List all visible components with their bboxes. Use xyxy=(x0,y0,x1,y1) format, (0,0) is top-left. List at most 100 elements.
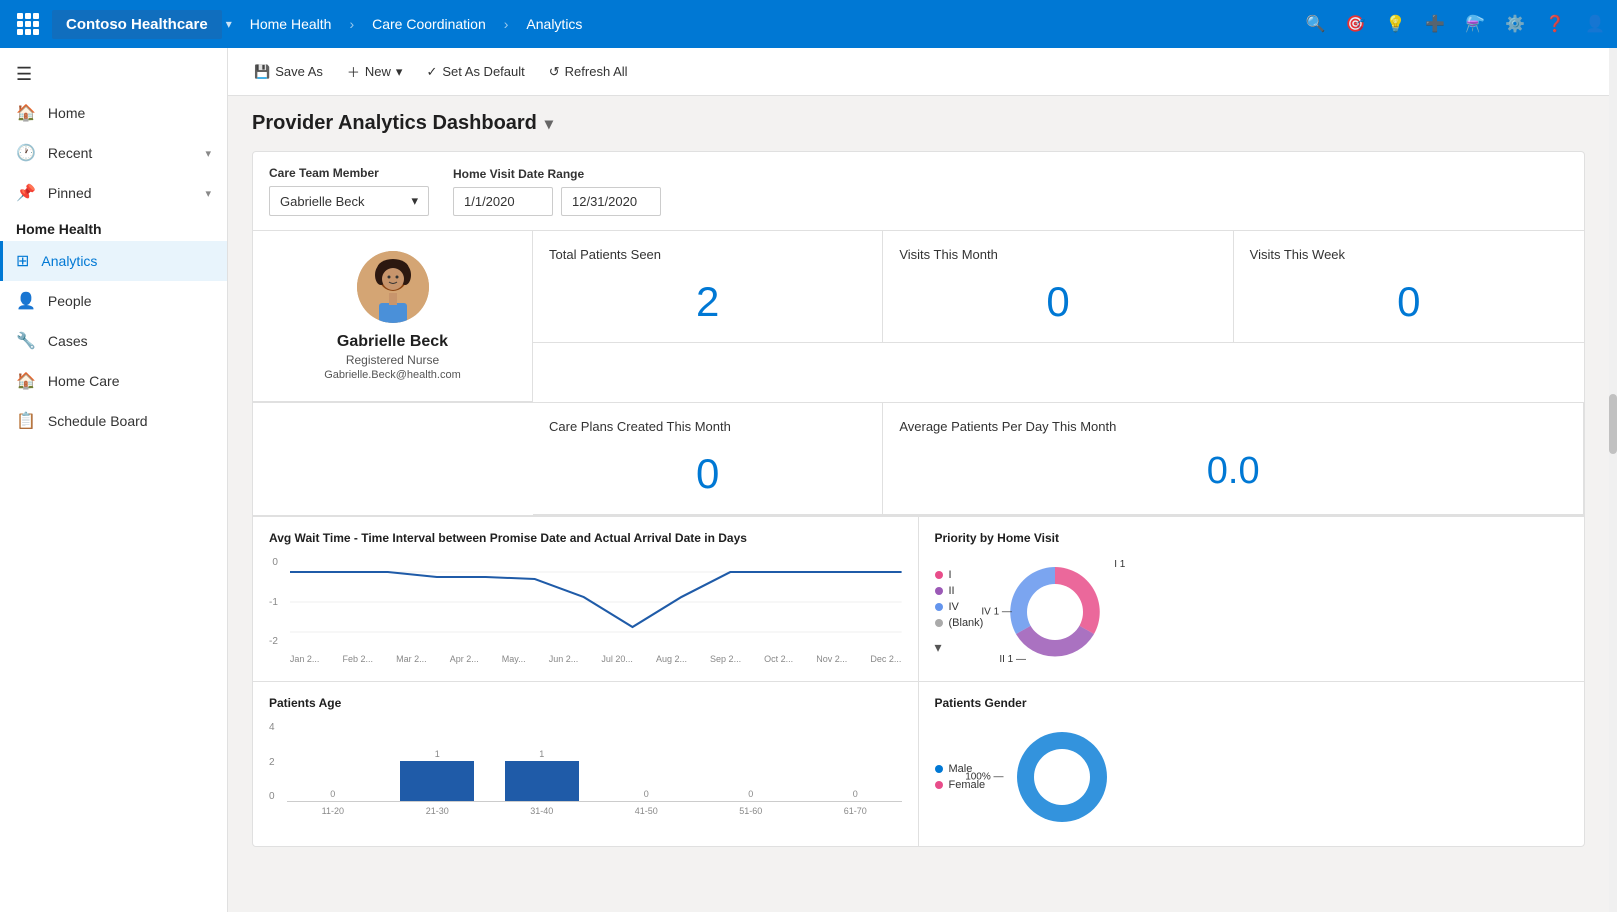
sidebar-item-pinned[interactable]: 📌 Pinned ▾ xyxy=(0,173,227,213)
sidebar-item-home[interactable]: 🏠 Home xyxy=(0,93,227,133)
homecare-icon: 🏠 xyxy=(16,371,36,391)
legend-dot-IV xyxy=(935,603,943,611)
recent-chevron-icon: ▾ xyxy=(205,147,211,160)
gender-donut-area: Male Female xyxy=(935,722,1569,832)
sidebar-item-recent[interactable]: 🕐 Recent ▾ xyxy=(0,133,227,173)
legend-dot-male xyxy=(935,765,943,773)
breadcrumb-sep2: › xyxy=(498,12,515,36)
app-chevron-icon[interactable]: ▾ xyxy=(226,17,232,31)
date-to-input[interactable]: 12/31/2020 xyxy=(561,187,661,216)
date-range-label: Home Visit Date Range xyxy=(453,167,661,181)
dashboard-card: Care Team Member Gabrielle Beck ▾ Home V… xyxy=(252,151,1585,847)
home-icon: 🏠 xyxy=(16,103,36,123)
settings-icon[interactable]: ⚙️ xyxy=(1505,14,1525,34)
schedule-icon: 📋 xyxy=(16,411,36,431)
title-chevron-icon[interactable]: ▾ xyxy=(545,114,553,134)
sidebar-toggle[interactable]: ☰ xyxy=(0,48,227,93)
target-icon[interactable]: 🎯 xyxy=(1346,14,1366,34)
patients-age-title: Patients Age xyxy=(269,696,902,710)
profile-name: Gabrielle Beck xyxy=(337,333,448,351)
donut-label-IV1: IV 1 — xyxy=(981,607,1012,618)
metric-avg-patients: Average Patients Per Day This Month 0.0 xyxy=(883,403,1584,515)
legend-item-blank: (Blank) xyxy=(935,617,984,629)
vertical-scrollbar[interactable] xyxy=(1609,48,1617,912)
refresh-button[interactable]: ↺ Refresh All xyxy=(539,58,638,86)
dashboard-area: Provider Analytics Dashboard ▾ Care Team… xyxy=(228,96,1609,912)
new-icon: ＋ xyxy=(347,62,360,81)
page-title: Provider Analytics Dashboard ▾ xyxy=(252,112,1585,135)
breadcrumb: Home Health › Care Coordination › Analyt… xyxy=(244,12,589,36)
bar-31-40 xyxy=(505,761,579,801)
filter-row: Care Team Member Gabrielle Beck ▾ Home V… xyxy=(253,152,1584,231)
legend-item-I: I xyxy=(935,569,984,581)
sidebar: ☰ 🏠 Home 🕐 Recent ▾ 📌 Pinned ▾ Home Heal… xyxy=(0,48,228,912)
help-icon[interactable]: ❓ xyxy=(1545,14,1565,34)
sidebar-section-home-health: Home Health xyxy=(0,213,227,241)
metric-total-patients: Total Patients Seen 2 xyxy=(533,231,883,343)
date-range-filter: Home Visit Date Range 1/1/2020 12/31/202… xyxy=(453,167,661,216)
legend-dot-blank xyxy=(935,619,943,627)
legend-dropdown-icon[interactable]: ▾ xyxy=(935,639,984,656)
user-icon[interactable]: 👤 xyxy=(1585,14,1605,34)
analytics-icon: ⊞ xyxy=(16,251,29,271)
donut-label-II1: II 1 — xyxy=(999,654,1026,665)
visits-week-value: 0 xyxy=(1250,278,1568,326)
profile-avatar xyxy=(357,251,429,323)
priority-chart: Priority by Home Visit I II xyxy=(919,517,1585,681)
patients-gender-chart: Patients Gender Male Female xyxy=(919,682,1585,846)
total-patients-value: 2 xyxy=(549,278,866,326)
sidebar-item-analytics[interactable]: ⊞ Analytics xyxy=(0,241,227,281)
patients-gender-title: Patients Gender xyxy=(935,696,1569,710)
main-content: 💾 Save As ＋ New ▾ ✓ Set As Default ↺ Ref… xyxy=(228,48,1609,912)
care-team-filter: Care Team Member Gabrielle Beck ▾ xyxy=(269,166,429,216)
top-navigation: Contoso Healthcare ▾ Home Health › Care … xyxy=(0,0,1617,48)
profile-cell: Gabrielle Beck Registered Nurse Gabriell… xyxy=(253,231,533,402)
metric-care-plans: Care Plans Created This Month 0 xyxy=(533,403,883,515)
profile-role: Registered Nurse xyxy=(346,353,439,367)
legend-item-II: II xyxy=(935,585,984,597)
select-chevron-icon: ▾ xyxy=(411,193,418,209)
refresh-icon: ↺ xyxy=(549,64,560,80)
people-icon: 👤 xyxy=(16,291,36,311)
care-team-label: Care Team Member xyxy=(269,166,429,180)
profile-email: Gabrielle.Beck@health.com xyxy=(324,369,461,381)
date-inputs: 1/1/2020 12/31/2020 xyxy=(453,187,661,216)
avg-patients-label: Average Patients Per Day This Month xyxy=(899,419,1567,434)
lightbulb-icon[interactable]: 💡 xyxy=(1385,14,1405,34)
sidebar-item-cases[interactable]: 🔧 Cases xyxy=(0,321,227,361)
visits-month-value: 0 xyxy=(899,278,1216,326)
nav-analytics[interactable]: Analytics xyxy=(520,12,588,36)
visits-month-label: Visits This Month xyxy=(899,247,1216,262)
charts-row-1: Avg Wait Time - Time Interval between Pr… xyxy=(253,516,1584,681)
search-icon[interactable]: 🔍 xyxy=(1306,14,1326,34)
sidebar-item-schedule[interactable]: 📋 Schedule Board xyxy=(0,401,227,441)
visits-week-label: Visits This Week xyxy=(1250,247,1568,262)
new-button[interactable]: ＋ New ▾ xyxy=(337,56,413,87)
legend-dot-I xyxy=(935,571,943,579)
metric-visits-week: Visits This Week 0 xyxy=(1234,231,1584,343)
date-from-input[interactable]: 1/1/2020 xyxy=(453,187,553,216)
pinned-chevron-icon: ▾ xyxy=(205,187,211,200)
total-patients-label: Total Patients Seen xyxy=(549,247,866,262)
sidebar-item-home-care[interactable]: 🏠 Home Care xyxy=(0,361,227,401)
donut-area: I II IV xyxy=(935,557,1569,667)
legend-dot-II xyxy=(935,587,943,595)
care-team-select[interactable]: Gabrielle Beck ▾ xyxy=(269,186,429,216)
priority-title: Priority by Home Visit xyxy=(935,531,1569,545)
nav-home-health[interactable]: Home Health xyxy=(244,12,338,36)
legend-dot-female xyxy=(935,781,943,789)
toolbar: 💾 Save As ＋ New ▾ ✓ Set As Default ↺ Ref… xyxy=(228,48,1609,96)
app-name: Contoso Healthcare xyxy=(52,10,222,39)
nav-care-coordination[interactable]: Care Coordination xyxy=(366,12,492,36)
set-default-button[interactable]: ✓ Set As Default xyxy=(416,58,534,86)
cases-icon: 🔧 xyxy=(16,331,36,351)
save-as-button[interactable]: 💾 Save As xyxy=(244,58,333,86)
app-grid-icon[interactable] xyxy=(12,8,44,40)
avg-patients-value: 0.0 xyxy=(899,450,1567,493)
legend-item-IV: IV xyxy=(935,601,984,613)
care-plans-label: Care Plans Created This Month xyxy=(549,419,866,434)
donut-label-I1: I 1 xyxy=(1114,559,1125,570)
filter-icon[interactable]: ⚗️ xyxy=(1465,14,1485,34)
add-icon[interactable]: ➕ xyxy=(1425,14,1445,34)
sidebar-item-people[interactable]: 👤 People xyxy=(0,281,227,321)
